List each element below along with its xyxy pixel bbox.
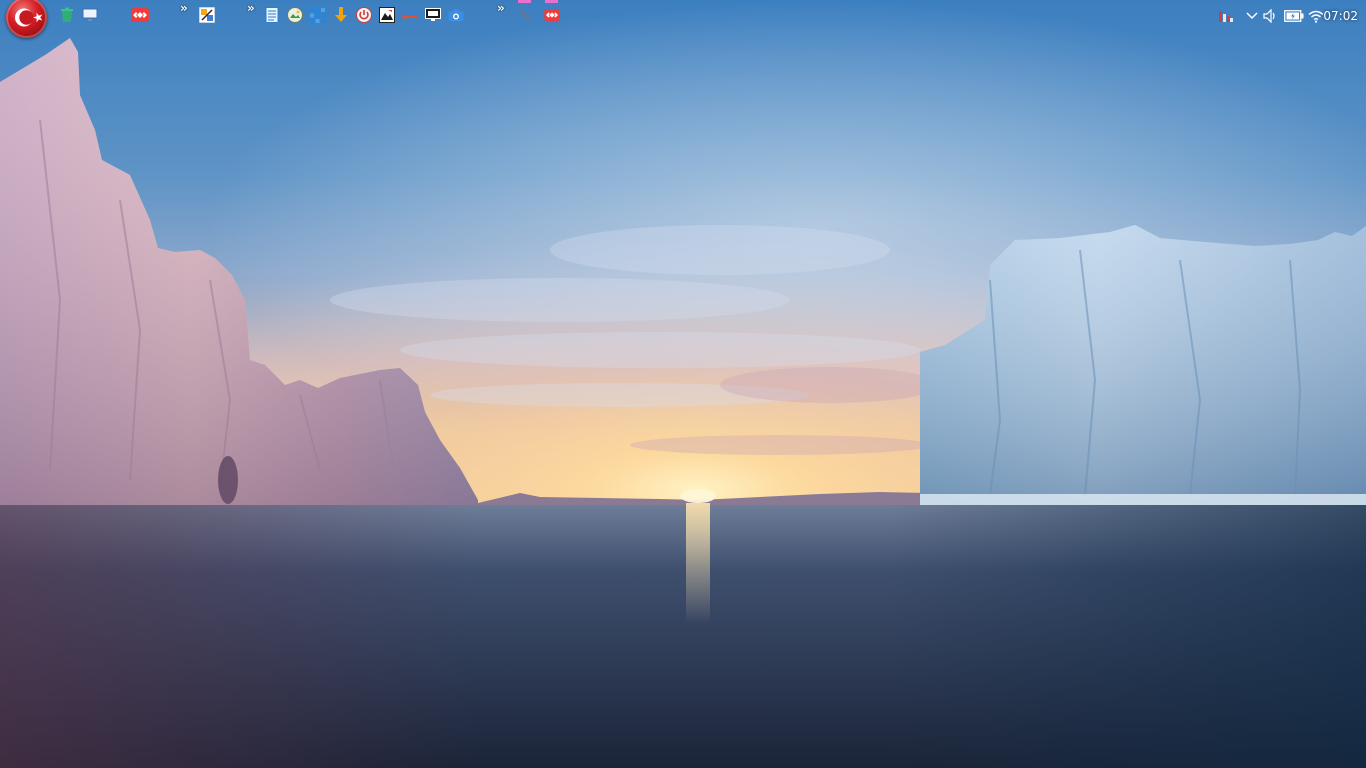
- battery-tray[interactable]: [1283, 7, 1305, 25]
- overflow-chevron-2[interactable]: »: [247, 2, 257, 14]
- anydesk-launcher[interactable]: [131, 6, 149, 24]
- turkish-flag-orb-icon: [15, 8, 43, 27]
- download-manager-icon: [335, 7, 347, 22]
- anydesk-running-icon: [544, 9, 560, 21]
- app-grid-launcher[interactable]: [308, 6, 326, 24]
- wifi-icon: [1308, 10, 1324, 23]
- running-indicator: [545, 0, 558, 3]
- clock[interactable]: 07:02: [1323, 7, 1358, 25]
- file-manager-icon: [199, 7, 215, 23]
- image-editor-launcher[interactable]: [378, 6, 396, 24]
- show-desktop-icon: [82, 8, 98, 21]
- pen-tool-launcher[interactable]: [516, 6, 534, 24]
- camera-launcher[interactable]: [447, 6, 465, 24]
- recycle-bin-icon: [61, 7, 73, 22]
- photo-viewer-icon: [287, 7, 303, 23]
- display-launcher[interactable]: [424, 6, 442, 24]
- volume-icon: [1263, 9, 1275, 23]
- download-manager-launcher[interactable]: [332, 6, 350, 24]
- tray-overflow-button[interactable]: [1243, 7, 1261, 25]
- running-indicator: [518, 0, 531, 3]
- recycle-bin-launcher[interactable]: [58, 6, 76, 24]
- switch-launcher[interactable]: [401, 6, 419, 24]
- overflow-chevron-3[interactable]: »: [497, 2, 507, 14]
- task-manager-tray[interactable]: [1217, 7, 1235, 25]
- switch-icon: [402, 9, 418, 21]
- anydesk-running-launcher[interactable]: [543, 6, 561, 24]
- image-editor-icon: [379, 7, 395, 23]
- file-manager-launcher[interactable]: [198, 6, 216, 24]
- power-icon: [356, 7, 372, 23]
- notepad-icon: [265, 7, 279, 23]
- battery-charging-icon: [1284, 10, 1304, 22]
- pen-tool-icon: [519, 9, 531, 21]
- photo-viewer-launcher[interactable]: [286, 6, 304, 24]
- top-panel: » » » 07:02: [0, 0, 1366, 38]
- desktop-wallpaper: [0, 0, 1366, 768]
- chevron-down-icon: [1246, 12, 1258, 20]
- show-desktop-launcher[interactable]: [81, 6, 99, 24]
- power-launcher[interactable]: [355, 6, 373, 24]
- start-button[interactable]: [6, 0, 47, 38]
- anydesk-icon: [131, 8, 149, 22]
- volume-tray[interactable]: [1261, 7, 1279, 25]
- app-grid-icon: [309, 7, 325, 23]
- display-icon: [425, 8, 441, 21]
- notepad-launcher[interactable]: [263, 6, 281, 24]
- overflow-chevron-1[interactable]: »: [180, 2, 190, 14]
- task-manager-icon: [1219, 11, 1233, 22]
- camera-icon: [448, 9, 464, 21]
